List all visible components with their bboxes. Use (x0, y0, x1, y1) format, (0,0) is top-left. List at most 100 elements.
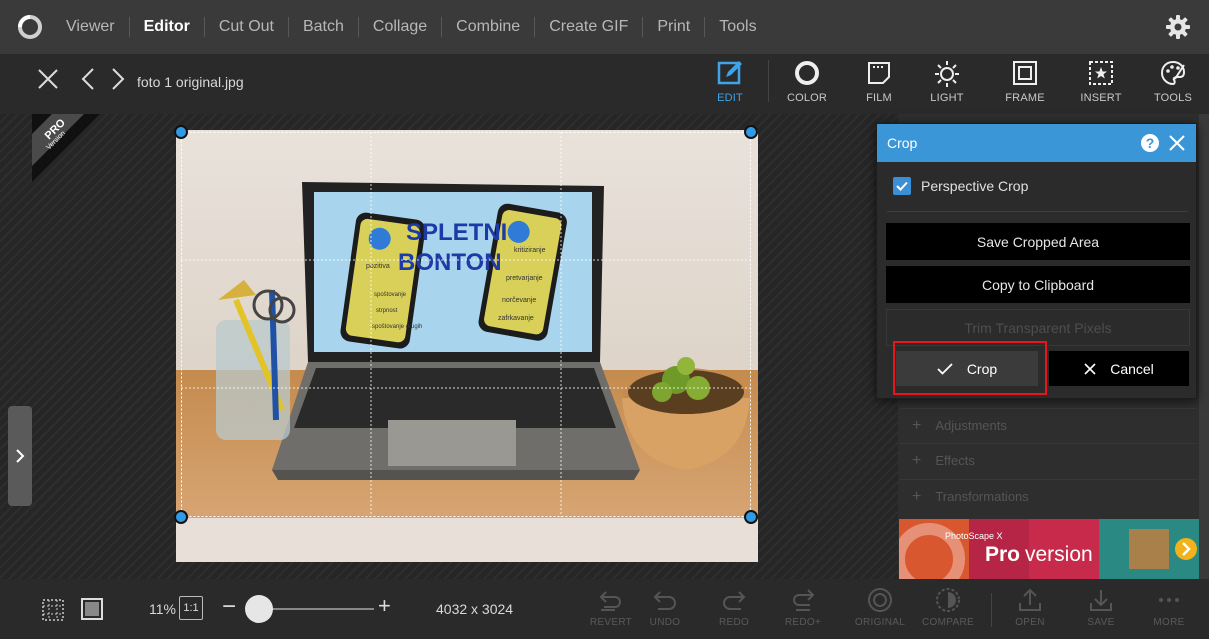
split-view-icon[interactable] (80, 597, 104, 626)
redo-icon (706, 583, 762, 617)
more-button[interactable]: MORE (1141, 583, 1197, 635)
original-icon (852, 583, 908, 617)
menu-viewer[interactable]: Viewer (60, 17, 129, 37)
banner-pro-text: Pro (985, 543, 1020, 566)
open-label: OPEN (1015, 617, 1045, 628)
menu-collage[interactable]: Collage (357, 17, 441, 37)
revert-button[interactable]: REVERT (583, 583, 639, 635)
compare-button[interactable]: COMPARE (920, 583, 976, 635)
redo-plus-icon (775, 583, 831, 617)
cancel-button-label: Cancel (1110, 360, 1154, 377)
copy-to-clipboard-button[interactable]: Copy to Clipboard (886, 266, 1190, 303)
help-icon[interactable]: ? (1140, 133, 1160, 153)
tab-tools-label: TOOLS (1153, 92, 1193, 104)
more-label: MORE (1153, 617, 1185, 628)
plus-icon: + (912, 416, 922, 434)
effects-section[interactable]: + Effects (900, 443, 1197, 477)
adjustments-label: Adjustments (935, 418, 1007, 433)
photoscape-window: Viewer Editor Cut Out Batch Collage Comb… (0, 0, 1209, 639)
tab-frame-label: FRAME (1005, 92, 1045, 104)
gear-icon[interactable] (1165, 14, 1191, 40)
crop-handle-top-left[interactable] (174, 125, 188, 139)
pro-version-ribbon: PRO Version (32, 114, 100, 182)
adjustments-section[interactable]: + Adjustments (900, 408, 1197, 442)
redo-plus-button[interactable]: REDO+ (775, 583, 831, 635)
light-icon (917, 56, 977, 90)
menu-tools[interactable]: Tools (704, 17, 770, 37)
menu-combine[interactable]: Combine (441, 17, 534, 37)
crop-handle-bottom-left[interactable] (174, 510, 188, 524)
undo-label: UNDO (649, 617, 681, 628)
save-cropped-area-button[interactable]: Save Cropped Area (886, 223, 1190, 260)
tab-light[interactable]: LIGHT (917, 56, 977, 110)
effects-label: Effects (935, 453, 975, 468)
svg-text:?: ? (1146, 135, 1155, 151)
original-label: ORIGINAL (854, 617, 906, 628)
plus-icon: + (912, 451, 922, 469)
save-button[interactable]: SAVE (1073, 583, 1129, 635)
revert-icon (583, 583, 639, 617)
perspective-crop-label: Perspective Crop (921, 178, 1029, 194)
crop-dialog-title: Crop (887, 135, 918, 151)
main-menu-bar: Viewer Editor Cut Out Batch Collage Comb… (0, 0, 1209, 54)
close-icon[interactable] (34, 64, 62, 94)
next-icon[interactable] (104, 64, 132, 94)
menu-cut-out[interactable]: Cut Out (203, 17, 288, 37)
close-icon[interactable] (1166, 132, 1188, 154)
banner-version-text: version (1025, 543, 1093, 566)
cancel-button[interactable]: Cancel (1049, 351, 1189, 386)
chevron-right-icon (16, 449, 25, 463)
revert-label: REVERT (589, 617, 633, 628)
menu-print[interactable]: Print (642, 17, 704, 37)
file-name: foto 1 original.jpg (137, 74, 244, 90)
perspective-crop-checkbox[interactable]: Perspective Crop (893, 177, 1028, 195)
tab-light-label: LIGHT (930, 92, 964, 104)
plus-icon: + (912, 487, 922, 505)
banner-brand-text: PhotoScape X (945, 531, 1003, 541)
panel-scrollbar[interactable] (1199, 114, 1209, 579)
actual-size-button[interactable]: 1:1 (179, 596, 203, 620)
dialog-divider (887, 211, 1188, 212)
insert-icon (1071, 56, 1131, 90)
tab-insert[interactable]: INSERT (1071, 56, 1131, 110)
editor-toolbar: foto 1 original.jpg EDIT COLOR FILM LIGH… (0, 54, 1209, 114)
previous-icon[interactable] (74, 64, 102, 94)
app-logo-icon[interactable] (0, 0, 60, 54)
sidebar-toggle[interactable] (8, 406, 32, 506)
bottom-divider (991, 593, 992, 627)
tab-film[interactable]: FILM (849, 56, 909, 110)
crop-region[interactable] (181, 132, 751, 517)
menu-editor[interactable]: Editor (128, 17, 204, 37)
save-icon (1073, 583, 1129, 617)
close-icon (1084, 362, 1096, 375)
crop-selection-icon[interactable] (40, 597, 66, 628)
pro-version-banner[interactable]: PhotoScape X Pro version (899, 519, 1199, 579)
zoom-slider-thumb[interactable] (245, 595, 273, 623)
zoom-in-button[interactable]: + (378, 593, 391, 619)
menu-batch[interactable]: Batch (287, 17, 358, 37)
undo-button[interactable]: UNDO (637, 583, 693, 635)
checkbox-checked-icon (893, 177, 911, 195)
palette-icon (1143, 56, 1203, 90)
tab-color[interactable]: COLOR (777, 56, 837, 110)
redo-button[interactable]: REDO (706, 583, 762, 635)
open-button[interactable]: OPEN (1002, 583, 1058, 635)
tab-tools[interactable]: TOOLS (1143, 56, 1203, 110)
undo-icon (637, 583, 693, 617)
crop-handle-top-right[interactable] (744, 125, 758, 139)
transformations-section[interactable]: + Transformations (900, 479, 1197, 513)
menu-create-gif[interactable]: Create GIF (534, 17, 642, 37)
zoom-out-button[interactable]: − (222, 593, 236, 621)
crop-handle-bottom-right[interactable] (744, 510, 758, 524)
film-icon (849, 56, 909, 90)
more-icon (1141, 583, 1197, 617)
compare-icon (920, 583, 976, 617)
tab-color-label: COLOR (786, 92, 828, 104)
redo-plus-label: REDO+ (784, 617, 822, 628)
crop-button-highlight (893, 341, 1047, 395)
zoom-level: 11% (149, 601, 176, 617)
original-button[interactable]: ORIGINAL (852, 583, 908, 635)
tab-frame[interactable]: FRAME (995, 56, 1055, 110)
tab-edit[interactable]: EDIT (700, 56, 760, 110)
frame-icon (995, 56, 1055, 90)
